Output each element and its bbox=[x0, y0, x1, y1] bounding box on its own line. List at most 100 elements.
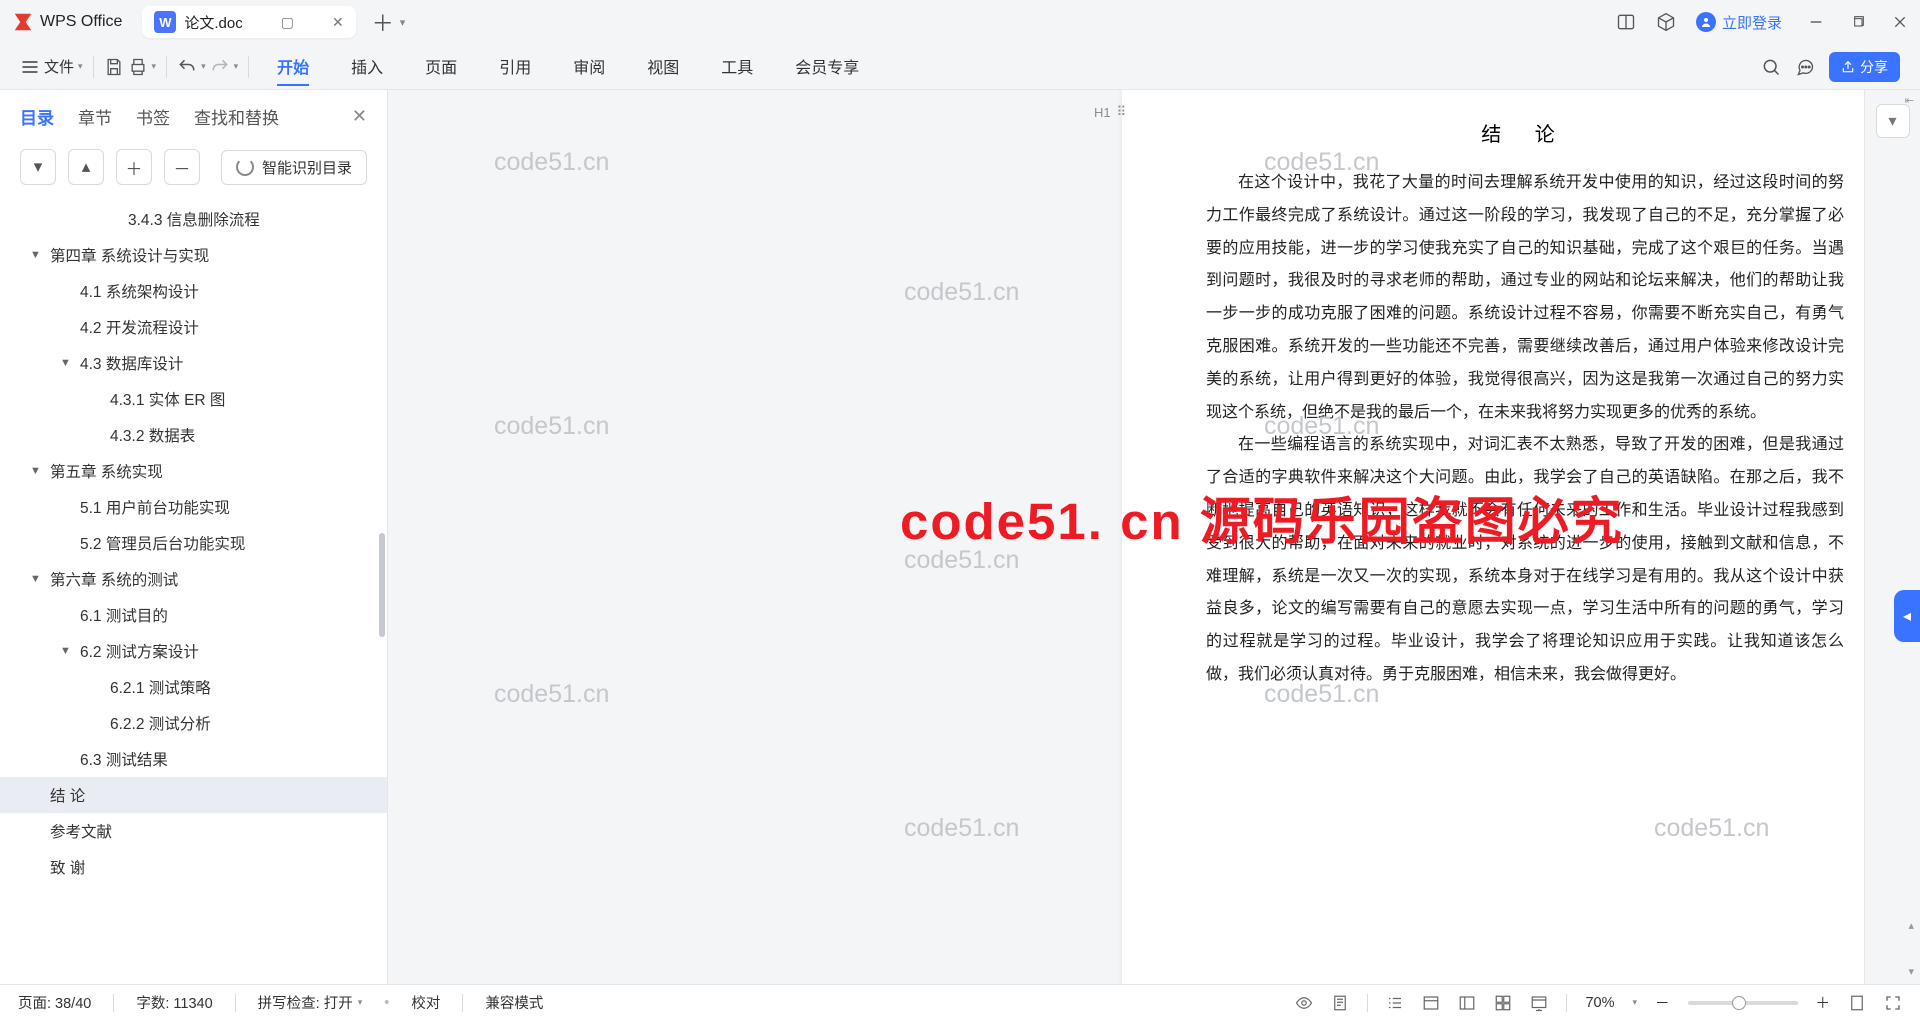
toc-list[interactable]: 3.4.3 信息删除流程▼第四章 系统设计与实现4.1 系统架构设计4.2 开发… bbox=[0, 195, 387, 984]
sidebar-tab-0[interactable]: 目录 bbox=[20, 104, 54, 129]
zoom-value[interactable]: 70% bbox=[1585, 995, 1614, 1011]
status-spellcheck[interactable]: 拼写检查: 打开▾ bbox=[258, 992, 363, 1013]
zoom-slider[interactable] bbox=[1688, 1001, 1798, 1005]
chat-icon[interactable] bbox=[1795, 57, 1815, 77]
window-restore-icon[interactable] bbox=[1850, 14, 1866, 30]
share-button[interactable]: 分享 bbox=[1829, 52, 1900, 82]
save-icon[interactable] bbox=[104, 57, 124, 77]
zoom-slider-knob[interactable] bbox=[1732, 996, 1746, 1010]
ribbon-tab-7[interactable]: 会员专享 bbox=[795, 48, 859, 86]
toc-item[interactable]: 6.2.2 测试分析 bbox=[0, 705, 387, 741]
view-eye-icon[interactable] bbox=[1295, 994, 1313, 1012]
toc-item[interactable]: 5.1 用户前台功能实现 bbox=[0, 489, 387, 525]
window-minimize-icon[interactable] bbox=[1808, 14, 1824, 30]
undo-icon[interactable] bbox=[177, 57, 197, 77]
collapse-all-button[interactable]: ▾ bbox=[20, 149, 56, 185]
view-grid-icon[interactable] bbox=[1494, 994, 1512, 1012]
toc-item[interactable]: ▼4.3 数据库设计 bbox=[0, 345, 387, 381]
ribbon-tabs: 开始 插入 页面 引用 审阅 视图 工具 会员专享 bbox=[277, 48, 859, 86]
zoom-dropdown-icon[interactable]: ▾ bbox=[1632, 997, 1637, 1008]
sidebar-tab-3[interactable]: 查找和替换 bbox=[194, 104, 279, 129]
toc-item[interactable]: 3.4.3 信息删除流程 bbox=[0, 201, 387, 237]
toc-item[interactable]: 结 论 bbox=[0, 777, 387, 813]
expand-all-button[interactable]: ▴ bbox=[68, 149, 104, 185]
toc-item[interactable]: ▼6.2 测试方案设计 bbox=[0, 633, 387, 669]
watermark: code51.cn bbox=[904, 278, 1019, 307]
view-web-icon[interactable] bbox=[1530, 994, 1548, 1012]
file-menu[interactable]: 文件▾ bbox=[44, 56, 83, 77]
ribbon-tab-1[interactable]: 插入 bbox=[351, 48, 383, 86]
toc-item[interactable]: ▼第四章 系统设计与实现 bbox=[0, 237, 387, 273]
sidebar-close-icon[interactable]: ✕ bbox=[352, 106, 367, 127]
search-icon[interactable] bbox=[1761, 57, 1781, 77]
toc-item-label: 第六章 系统的测试 bbox=[50, 568, 178, 590]
rail-dropdown-button[interactable]: ▾ bbox=[1876, 104, 1910, 138]
ribbon-tab-4[interactable]: 审阅 bbox=[573, 48, 605, 86]
view-page-icon[interactable] bbox=[1331, 994, 1349, 1012]
sidebar-scrollbar[interactable] bbox=[379, 533, 385, 637]
zoom-out-button[interactable]: － bbox=[1655, 992, 1670, 1013]
toc-item[interactable]: 5.2 管理员后台功能实现 bbox=[0, 525, 387, 561]
view-layout2-icon[interactable] bbox=[1458, 994, 1476, 1012]
print-dropdown-icon[interactable]: ▾ bbox=[152, 61, 157, 72]
app-name: WPS Office bbox=[40, 13, 122, 31]
rail-collapse-icon[interactable]: ⇤ bbox=[1905, 94, 1914, 107]
toc-item-label: 5.2 管理员后台功能实现 bbox=[80, 532, 245, 554]
toc-item[interactable]: 4.1 系统架构设计 bbox=[0, 273, 387, 309]
toc-add-button[interactable]: ＋ bbox=[116, 149, 152, 185]
ribbon-tab-2[interactable]: 页面 bbox=[425, 48, 457, 86]
toc-item[interactable]: ▼第六章 系统的测试 bbox=[0, 561, 387, 597]
status-words[interactable]: 字数: 11340 bbox=[136, 992, 212, 1013]
watermark: code51.cn bbox=[904, 546, 1019, 575]
ribbon-tab-5[interactable]: 视图 bbox=[647, 48, 679, 86]
ribbon-tab-3[interactable]: 引用 bbox=[499, 48, 531, 86]
toc-arrow-icon: ▼ bbox=[60, 357, 74, 369]
toc-item[interactable]: 4.3.2 数据表 bbox=[0, 417, 387, 453]
reader-mode-icon[interactable] bbox=[1616, 12, 1636, 32]
toc-item-label: 4.3.2 数据表 bbox=[110, 424, 195, 446]
toc-item[interactable]: 4.3.1 实体 ER 图 bbox=[0, 381, 387, 417]
smart-toc-button[interactable]: 智能识别目录 bbox=[221, 150, 367, 185]
login-button[interactable]: 立即登录 bbox=[1696, 12, 1782, 33]
new-tab-button[interactable]: ＋▾ bbox=[372, 6, 406, 38]
ribbon-tab-0[interactable]: 开始 bbox=[277, 48, 309, 86]
tab-window-icon[interactable]: ▢ bbox=[281, 14, 294, 31]
status-compat[interactable]: 兼容模式 bbox=[485, 992, 543, 1013]
new-tab-dropdown-icon[interactable]: ▾ bbox=[400, 16, 406, 29]
drag-handle-icon[interactable]: ⠿ bbox=[1117, 104, 1127, 120]
redo-icon[interactable] bbox=[210, 57, 230, 77]
watermark: code51.cn bbox=[494, 148, 609, 177]
toc-item[interactable]: 参考文献 bbox=[0, 813, 387, 849]
toc-item[interactable]: 6.1 测试目的 bbox=[0, 597, 387, 633]
toc-item[interactable]: 6.2.1 测试策略 bbox=[0, 669, 387, 705]
toc-remove-button[interactable]: － bbox=[164, 149, 200, 185]
fit-page-icon[interactable] bbox=[1848, 994, 1866, 1012]
rail-scroll-down-icon[interactable]: ▾ bbox=[1908, 965, 1914, 978]
toc-item-label: 4.3.1 实体 ER 图 bbox=[110, 388, 225, 410]
tab-close-icon[interactable]: ✕ bbox=[332, 14, 344, 31]
status-proof[interactable]: 校对 bbox=[411, 992, 440, 1013]
toc-item[interactable]: 致 谢 bbox=[0, 849, 387, 885]
status-page[interactable]: 页面: 38/40 bbox=[18, 992, 91, 1013]
toc-item[interactable]: 4.2 开发流程设计 bbox=[0, 309, 387, 345]
ribbon-tab-6[interactable]: 工具 bbox=[721, 48, 753, 86]
sidebar-tab-1[interactable]: 章节 bbox=[78, 104, 112, 129]
redo-dropdown-icon[interactable]: ▾ bbox=[234, 61, 239, 72]
toc-item[interactable]: ▼第五章 系统实现 bbox=[0, 453, 387, 489]
view-layout1-icon[interactable] bbox=[1422, 994, 1440, 1012]
zoom-in-button[interactable]: ＋ bbox=[1816, 992, 1831, 1013]
view-outline-icon[interactable] bbox=[1386, 994, 1404, 1012]
cube-icon[interactable] bbox=[1656, 12, 1676, 32]
document-canvas[interactable]: H1 ⠿ 结 论 在这个设计中，我花了大量的时间去理解系统开发中使用的知识，经过… bbox=[388, 90, 1864, 984]
menu-icon[interactable] bbox=[20, 57, 40, 77]
print-icon[interactable] bbox=[128, 57, 148, 77]
rail-scroll-up-icon[interactable]: ▴ bbox=[1908, 919, 1914, 932]
page-title: 结 论 bbox=[1206, 118, 1844, 147]
undo-dropdown-icon[interactable]: ▾ bbox=[201, 61, 206, 72]
fullscreen-icon[interactable] bbox=[1884, 994, 1902, 1012]
document-tab[interactable]: W 论文.doc ▢ ✕ bbox=[142, 6, 355, 38]
edge-expand-tab[interactable]: ◂ bbox=[1894, 590, 1920, 642]
toc-item[interactable]: 6.3 测试结果 bbox=[0, 741, 387, 777]
sidebar-tab-2[interactable]: 书签 bbox=[136, 104, 170, 129]
window-close-icon[interactable] bbox=[1892, 14, 1908, 30]
